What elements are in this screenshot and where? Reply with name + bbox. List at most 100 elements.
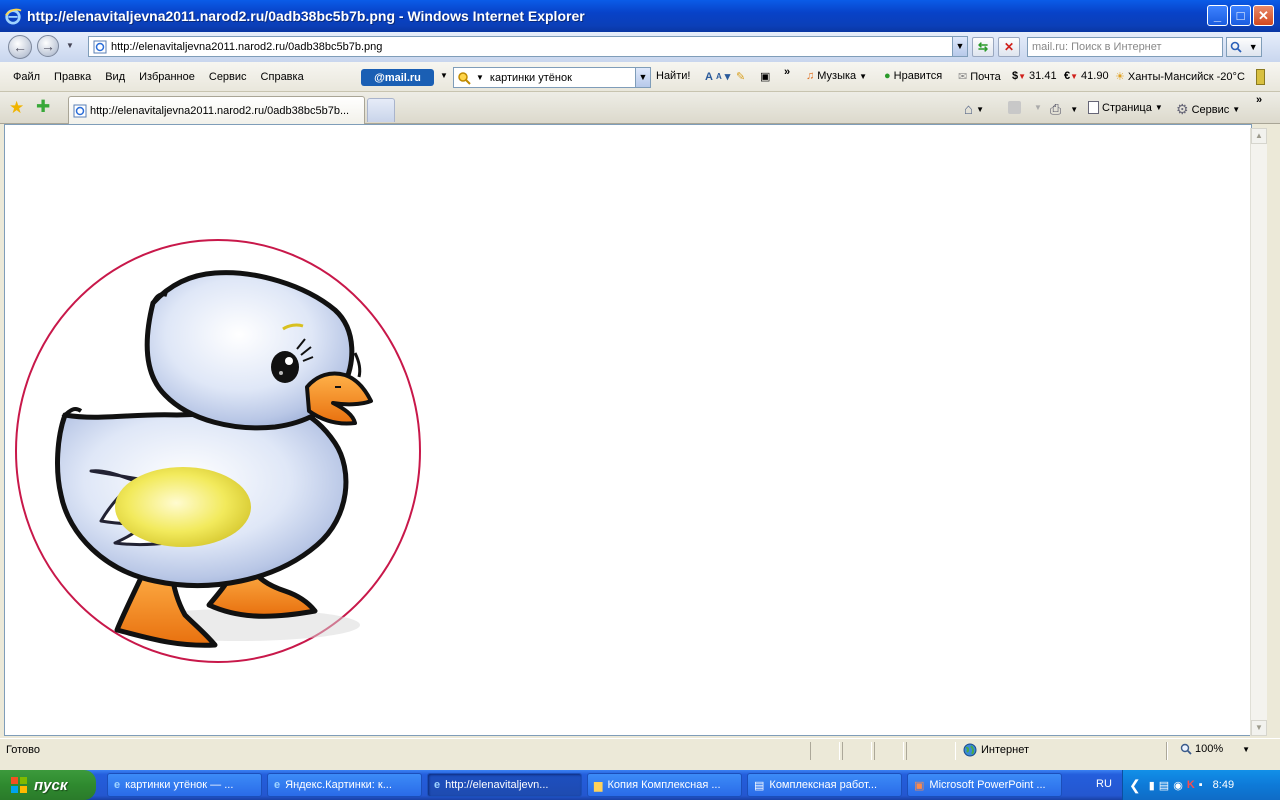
toolbar-search-dropdown-icon[interactable]: ▼	[635, 68, 650, 87]
music-dropdown-icon: ▼	[859, 71, 868, 81]
search-options-icon[interactable]: ▼	[1249, 42, 1258, 52]
internet-explorer-icon	[5, 8, 22, 25]
tray-network-icon[interactable]: ▤	[1159, 779, 1169, 792]
tray-volume-icon[interactable]: ◉	[1173, 779, 1183, 792]
home-button[interactable]: ⌂ ▼	[964, 101, 984, 118]
tray-antivirus-icon[interactable]: K	[1187, 779, 1195, 791]
refresh-button[interactable]: ⇆	[972, 37, 994, 57]
new-tab-button[interactable]	[367, 98, 395, 122]
menu-view[interactable]: Вид	[98, 71, 132, 83]
music-icon: ♫	[806, 70, 815, 82]
taskbar-item[interactable]: e картинки утёнок — ...	[107, 773, 262, 797]
font-size-icon[interactable]: A A ▾	[705, 70, 730, 84]
search-engine-dropdown-icon[interactable]: ▼	[476, 73, 484, 82]
music-button[interactable]: ♫ Музыка ▼	[806, 70, 867, 82]
duck-wing	[115, 467, 251, 547]
toolbar-edge-icon	[1256, 69, 1265, 85]
weather-icon: ☀	[1115, 71, 1125, 83]
zone-label: Интернет	[981, 744, 1029, 756]
taskbar-item-label: Яндекс.Картинки: к...	[285, 779, 392, 791]
menu-tools[interactable]: Сервис	[202, 71, 254, 83]
search-button[interactable]: ▼	[1226, 37, 1262, 57]
address-dropdown-icon[interactable]: ▼	[952, 37, 967, 56]
taskbar-item-active[interactable]: e http://elenavitaljevn...	[427, 773, 582, 797]
taskbar-item[interactable]: ▣ Microsoft PowerPoint ...	[907, 773, 1062, 797]
ie-task-icon: e	[434, 779, 441, 791]
forward-arrow-icon: →	[41, 38, 55, 54]
minimize-button[interactable]: _	[1207, 5, 1228, 26]
printer-icon: ⎙	[1050, 101, 1062, 117]
eur-rate[interactable]: €▼ 41.90	[1064, 70, 1109, 82]
scroll-up-icon[interactable]: ▲	[1251, 128, 1267, 144]
start-button[interactable]: пуск	[0, 770, 96, 800]
start-label: пуск	[34, 776, 68, 794]
add-favorites-icon[interactable]: ✚	[36, 97, 50, 117]
address-url[interactable]: http://elenavitaljevna2011.narod2.ru/0ad…	[111, 41, 952, 53]
weather-label: Ханты-Мансийск -20°C	[1127, 70, 1245, 83]
tab-title: http://elenavitaljevna2011.narod2.ru/0ad…	[90, 104, 350, 117]
feeds-button[interactable]: ▼	[1008, 101, 1042, 114]
dollar-icon: $▼	[1012, 70, 1027, 82]
back-button[interactable]: ←	[8, 35, 32, 59]
refresh-icon: ⇆	[977, 40, 989, 54]
tools-menu-button[interactable]: ⚙ Сервис ▼	[1176, 101, 1240, 118]
mailru-logo[interactable]: @mail.ru	[361, 69, 434, 86]
favorites-star-icon[interactable]: ★	[9, 98, 24, 118]
menu-favorites[interactable]: Избранное	[132, 71, 202, 83]
mailru-dropdown-icon[interactable]: ▼	[440, 71, 448, 80]
toolbar-overflow-icon[interactable]: »	[784, 66, 790, 78]
duck-eye	[271, 351, 299, 383]
feeds-dropdown-icon: ▼	[1034, 103, 1042, 112]
address-field[interactable]: http://elenavitaljevna2011.narod2.ru/0ad…	[88, 36, 968, 57]
taskbar-item[interactable]: e Яндекс.Картинки: к...	[267, 773, 422, 797]
page-menu-label: Страница	[1102, 101, 1152, 114]
forward-button[interactable]: →	[37, 35, 59, 57]
gear-icon: ⚙	[1176, 101, 1189, 117]
menu-edit[interactable]: Правка	[47, 71, 98, 83]
usd-rate[interactable]: $▼ 31.41	[1012, 70, 1057, 82]
command-overflow-icon[interactable]: »	[1256, 94, 1262, 106]
tray-app-icon[interactable]: ▮	[1149, 779, 1155, 792]
music-label: Музыка	[817, 70, 857, 82]
address-row: ← → ▼ http://elenavitaljevna2011.narod2.…	[0, 32, 1280, 62]
menu-help[interactable]: Справка	[254, 71, 311, 83]
window-edge	[1267, 124, 1280, 736]
toolbar-search-field[interactable]: ▼ картинки утёнок ▼	[453, 67, 651, 88]
language-indicator[interactable]: RU	[1096, 778, 1112, 790]
maximize-button[interactable]: □	[1230, 5, 1251, 26]
page-zoom-icon[interactable]: ▣	[760, 70, 770, 83]
tray-security-icon[interactable]: ▪	[1199, 779, 1203, 791]
duck-beak	[305, 371, 373, 426]
find-button[interactable]: Найти!	[656, 70, 690, 82]
menu-file[interactable]: Файл	[6, 71, 47, 83]
scroll-down-icon[interactable]: ▼	[1251, 720, 1267, 736]
close-button[interactable]: ✕	[1253, 5, 1274, 26]
clock: 8:49	[1212, 779, 1235, 791]
toolbar-search-value[interactable]: картинки утёнок	[490, 72, 572, 84]
page-menu-button[interactable]: Страница ▼	[1088, 101, 1163, 114]
mail-label: Почта	[970, 70, 1001, 83]
stop-button[interactable]: ✕	[998, 37, 1020, 57]
zoom-control[interactable]: 100% ▼	[1180, 743, 1250, 755]
history-dropdown-icon[interactable]: ▼	[66, 41, 74, 50]
taskbar-item[interactable]: ▆ Копия Комплексная ...	[587, 773, 742, 797]
like-button[interactable]: ● Нравится	[884, 70, 942, 82]
search-input[interactable]: mail.ru: Поиск в Интернет	[1027, 37, 1223, 57]
mail-button[interactable]: ✉ Почта	[958, 70, 1001, 84]
taskbar-item-label: картинки утёнок — ...	[125, 779, 234, 791]
powerpoint-icon: ▣	[914, 779, 925, 792]
security-zone[interactable]: Интернет	[963, 743, 1029, 757]
status-divider	[874, 742, 904, 760]
tray-expand-icon[interactable]: ❮	[1129, 777, 1141, 794]
weather-widget[interactable]: ☀ Ханты-Мансийск -20°C	[1115, 70, 1245, 84]
tab-current[interactable]: http://elenavitaljevna2011.narod2.ru/0ad…	[68, 96, 365, 124]
print-button[interactable]: ⎙ ▼	[1050, 101, 1078, 118]
magnifier-icon	[458, 71, 471, 85]
duckling-image	[15, 239, 421, 663]
vertical-scrollbar[interactable]: ▲ ▼	[1250, 128, 1267, 736]
usd-value: 31.41	[1029, 70, 1057, 82]
highlighter-icon[interactable]: ✎	[736, 70, 745, 83]
menu-bar: Файл Правка Вид Избранное Сервис Справка	[6, 71, 311, 83]
taskbar-item[interactable]: ▤ Комплексная работ...	[747, 773, 902, 797]
rss-icon	[1008, 101, 1021, 114]
